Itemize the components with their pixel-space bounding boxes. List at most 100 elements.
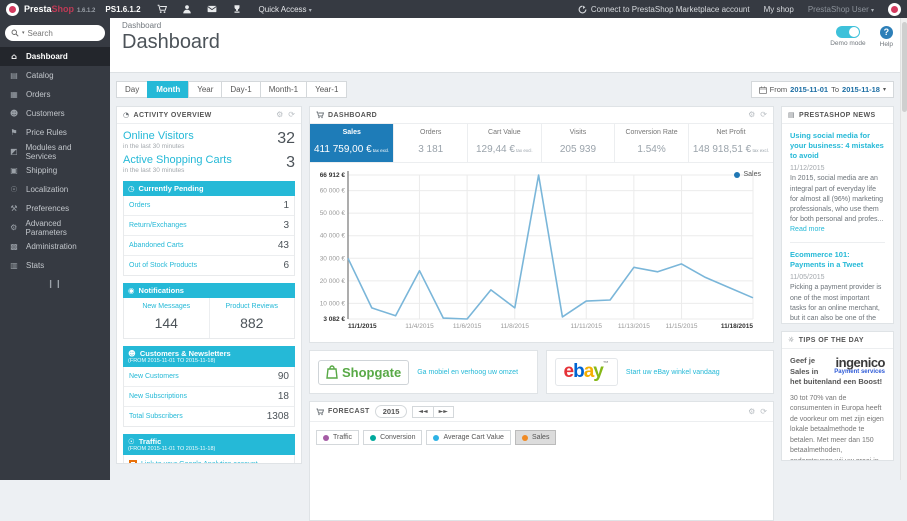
news-article: Using social media for your business: 4 …: [790, 131, 885, 234]
svg-text:3 082 €: 3 082 €: [323, 316, 345, 323]
page-scrollbar[interactable]: [900, 18, 907, 480]
clock-icon: ◷: [128, 184, 135, 193]
range-button-year-1[interactable]: Year-1: [306, 81, 348, 98]
search-scope-caret-icon[interactable]: ▾: [22, 30, 25, 36]
breadcrumb[interactable]: Dashboard: [122, 21, 895, 30]
customers-newsletters-header: ☻ Customers & Newsletters (FROM 2015-11-0…: [123, 346, 295, 367]
kpi-conversion-rate[interactable]: Conversion Rate 1.54%: [615, 124, 689, 162]
ebay-logo: ebay™: [554, 358, 618, 386]
sidebar-item-orders[interactable]: ▦ Orders: [0, 85, 110, 104]
ebay-link[interactable]: Start uw eBay winkel vandaag: [626, 369, 720, 376]
top-bar: PrestaShop 1.6.1.2 PS1.6.1.2 Quick Access…: [0, 0, 907, 18]
shopgate-link[interactable]: Ga mobiel en verhoog uw omzet: [417, 369, 518, 376]
sidebar-item-advanced-parameters[interactable]: ⚙ Advanced Parameters: [0, 218, 110, 237]
brand-version: 1.6.1.2: [77, 8, 96, 14]
sidebar-search[interactable]: ▾: [5, 25, 105, 41]
notifications-header: ◉ Notifications: [123, 283, 295, 298]
announcements-icon[interactable]: [232, 4, 243, 15]
range-button-month[interactable]: Month: [147, 81, 189, 98]
sidebar-item-catalog[interactable]: ▤ Catalog: [0, 66, 110, 85]
svg-text:40 000 €: 40 000 €: [320, 233, 346, 240]
forecast-next-button[interactable]: ►►: [433, 405, 454, 418]
sidebar-item-shipping[interactable]: ▣ Shipping: [0, 161, 110, 180]
help-button[interactable]: ? Help: [880, 26, 893, 48]
sidebar-collapse-button[interactable]: ❙❙: [0, 279, 110, 288]
my-shop-link[interactable]: My shop: [764, 5, 794, 14]
notification-new-messages[interactable]: New Messages 144: [124, 298, 209, 338]
search-input[interactable]: [27, 28, 99, 38]
user-avatar[interactable]: [888, 2, 901, 16]
forecast-legend-sales[interactable]: Sales: [514, 430, 557, 445]
kpi-net-profit[interactable]: Net Profit 148 918,51 € tax excl.: [689, 124, 773, 162]
forecast-legend-average-cart-value[interactable]: Average Cart Value: [426, 430, 511, 445]
date-range-picker-button[interactable]: From 2015-11-01 To 2015-11-18 ▾: [750, 81, 894, 98]
connect-marketplace-link[interactable]: Connect to PrestaShop Marketplace accoun…: [578, 5, 750, 14]
news-article-title[interactable]: Using social media for your business: 4 …: [790, 131, 885, 161]
sidebar-item-icon: ▩: [10, 242, 18, 251]
sidebar-item-administration[interactable]: ▩ Administration: [0, 237, 110, 256]
brand-wordmark: PrestaShop 1.6.1.2: [24, 4, 96, 14]
sidebar-item-stats[interactable]: ▥ Stats: [0, 256, 110, 275]
sidebar-item-preferences[interactable]: ⚒ Preferences: [0, 199, 110, 218]
stat-row-new-subscriptions[interactable]: New Subscriptions 18: [124, 387, 294, 407]
forecast-prev-button[interactable]: ◄◄: [412, 405, 434, 418]
page-header: Dashboard Dashboard Demo mode ? Help: [110, 18, 907, 73]
stat-row-return-exchanges[interactable]: Return/Exchanges 3: [124, 216, 294, 236]
range-button-day-1[interactable]: Day-1: [221, 81, 260, 98]
newspaper-icon: ▤: [788, 111, 796, 119]
sidebar-item-price-rules[interactable]: ⚑ Price Rules: [0, 123, 110, 142]
panel-refresh-icon[interactable]: ⟳: [760, 407, 767, 416]
kpi-cart-value[interactable]: Cart Value 129,44 € tax excl.: [468, 124, 542, 162]
search-icon: [11, 29, 19, 37]
range-button-year[interactable]: Year: [188, 81, 222, 98]
read-more-link[interactable]: Read more: [790, 226, 825, 233]
cart-icon[interactable]: [157, 4, 168, 15]
kpi-orders[interactable]: Orders 3 181: [394, 124, 469, 162]
google-analytics-link[interactable]: Link to your Google Analytics account: [123, 455, 295, 463]
sidebar-item-icon: ☉: [10, 185, 18, 194]
dashboard-cart-icon: [316, 111, 324, 119]
forecast-legend-conversion[interactable]: Conversion: [363, 430, 423, 445]
demo-mode-toggle[interactable]: Demo mode: [830, 26, 866, 47]
range-button-month-1[interactable]: Month-1: [259, 81, 307, 98]
panel-settings-icon[interactable]: ⚙: [748, 111, 755, 119]
user-menu[interactable]: PrestaShop User ▾: [808, 5, 874, 14]
sidebar-item-customers[interactable]: ☻ Customers: [0, 104, 110, 123]
svg-text:11/11/2015: 11/11/2015: [570, 323, 602, 330]
sidebar-item-localization[interactable]: ☉ Localization: [0, 180, 110, 199]
stat-row-new-customers[interactable]: New Customers 90: [124, 367, 294, 387]
range-button-day[interactable]: Day: [116, 81, 148, 98]
stat-row-total-subscribers[interactable]: Total Subscribers 1308: [124, 407, 294, 426]
tip-body: 30 tot 70% van de consumenten in Europa …: [790, 394, 884, 461]
stat-row-out-of-stock-products[interactable]: Out of Stock Products 6: [124, 256, 294, 275]
sidebar-item-icon: ☻: [9, 109, 19, 118]
sidebar-menu: ⌂ Dashboard ▤ Catalog ▦ Orders ☻ Customers ⚑ Pric…: [0, 47, 110, 275]
panel-settings-icon[interactable]: ⚙: [748, 407, 755, 416]
sidebar: ▾ ⌂Dashboard▤Catalog▦Orders☻Customers⚑Pr…: [0, 18, 110, 480]
panel-refresh-icon[interactable]: ⟳: [760, 111, 767, 119]
panel-refresh-icon[interactable]: ⟳: [288, 111, 295, 119]
activity-overview-icon: ◔: [123, 111, 130, 119]
kpi-visits[interactable]: Visits 205 939: [542, 124, 616, 162]
dashboard-toolbar: Day Month Year Day-1 Month-1 Year-1 From 2015…: [116, 81, 894, 98]
news-article-title[interactable]: Ecommerce 101: Payments in a Tweet: [790, 250, 885, 270]
notification-product-reviews[interactable]: Product Reviews 882: [208, 298, 295, 338]
notifications-grid: New Messages 144 Product Reviews 882: [123, 298, 295, 339]
forecast-legend-traffic[interactable]: Traffic: [316, 430, 360, 445]
sidebar-item-icon: ▣: [10, 166, 18, 175]
stat-row-abandoned-carts[interactable]: Abandoned Carts 43: [124, 236, 294, 256]
scrollbar-thumb[interactable]: [902, 22, 907, 112]
panel-settings-icon[interactable]: ⚙: [276, 111, 283, 119]
toggle-on-icon[interactable]: [835, 26, 860, 38]
svg-text:30 000 €: 30 000 €: [320, 255, 346, 262]
chart-legend[interactable]: Sales: [734, 171, 761, 178]
messages-icon[interactable]: [207, 4, 218, 15]
sidebar-item-modules-and-services[interactable]: ◩ Modules and Services: [0, 142, 110, 161]
quick-access-menu[interactable]: Quick Access ▾: [259, 5, 312, 14]
sidebar-item-dashboard[interactable]: ⌂ Dashboard: [0, 47, 110, 66]
kpi-sales[interactable]: Sales 411 759,00 € tax excl.: [310, 124, 395, 162]
employee-icon[interactable]: [182, 4, 193, 15]
date-from: 2015-11-01: [790, 85, 829, 94]
sidebar-item-icon: ⚑: [10, 128, 18, 137]
stat-row-orders[interactable]: Orders 1: [124, 196, 294, 216]
